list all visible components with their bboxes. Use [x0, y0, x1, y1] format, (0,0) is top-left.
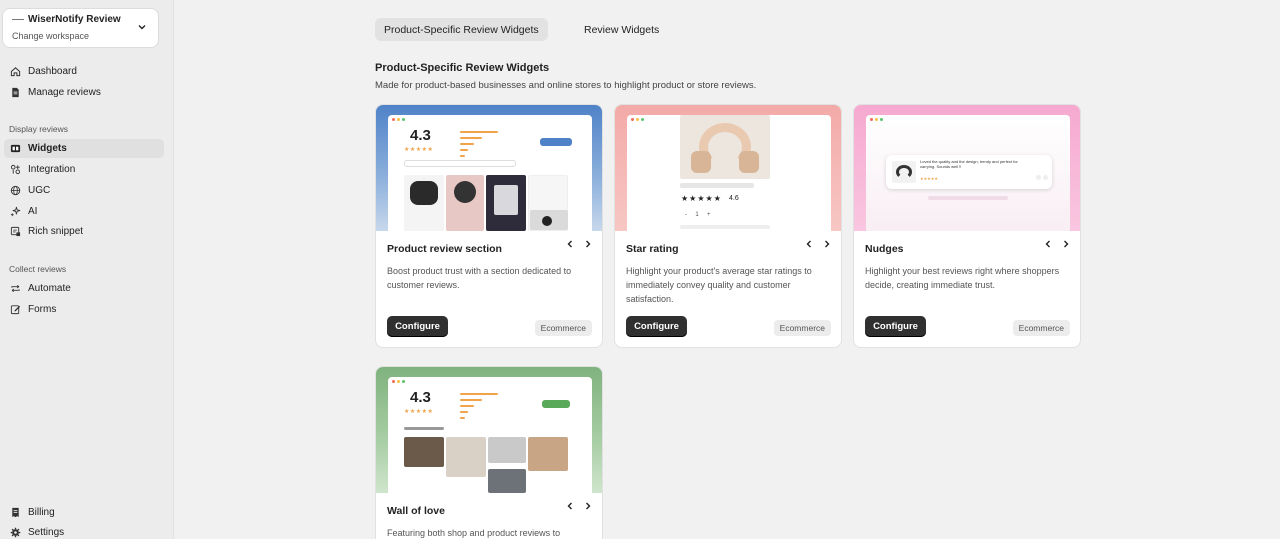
preview-arrows: [1043, 236, 1071, 248]
widget-card-star-rating[interactable]: ★★★★★ 4.6 - 1 + Star rating Highlight yo…: [614, 104, 842, 348]
card-title: Nudges: [865, 243, 904, 255]
nav-integration[interactable]: Integration: [4, 160, 164, 179]
snippet-icon: [10, 226, 21, 237]
category-tag: Ecommerce: [1012, 320, 1070, 336]
nav-dashboard[interactable]: Dashboard: [4, 62, 164, 81]
widget-preview-image: Loved the quality and the design, trendy…: [854, 105, 1080, 231]
nav-widgets-label: Widgets: [28, 143, 67, 154]
nav-ugc-label: UGC: [28, 185, 51, 196]
preview-arrows: [565, 498, 593, 510]
nav-group-display: Display reviews: [9, 124, 69, 134]
card-description: Featuring both shop and product reviews …: [387, 528, 561, 538]
card-description: Highlight your best reviews right where …: [865, 266, 1060, 290]
integration-icon: [10, 164, 21, 175]
widget-card-nudges[interactable]: Loved the quality and the design, trendy…: [853, 104, 1081, 348]
document-icon: [12, 87, 19, 98]
card-description: Highlight your product's average star ra…: [626, 266, 812, 304]
chevron-right-icon[interactable]: [822, 236, 832, 248]
nav-automate[interactable]: Automate: [4, 279, 164, 298]
nav-dashboard-label: Dashboard: [28, 66, 77, 77]
category-tag: Ecommerce: [773, 320, 831, 336]
nav-settings[interactable]: Settings: [4, 523, 164, 539]
sparkle-icon: [10, 206, 21, 217]
section-description: Made for product-based businesses and on…: [375, 80, 757, 91]
rating-value: 4.6: [729, 195, 739, 202]
tab-product-specific[interactable]: Product-Specific Review Widgets: [375, 18, 548, 41]
sidebar: WiserNotify Review Change workspace Dash…: [0, 0, 174, 539]
nav-billing[interactable]: Billing: [4, 503, 164, 522]
nav-integration-label: Integration: [28, 164, 76, 175]
card-title: Star rating: [626, 243, 679, 255]
widget-preview-image: ★★★★★ 4.6 - 1 +: [615, 105, 841, 231]
card-title: Wall of love: [387, 505, 445, 517]
widgets-icon: [10, 144, 21, 153]
nav-rich-snippet[interactable]: Rich snippet: [4, 222, 164, 241]
chevron-left-icon[interactable]: [1043, 236, 1053, 248]
chevron-left-icon[interactable]: [565, 236, 575, 248]
widget-preview-image: 4.3 ★★★★★: [376, 105, 602, 231]
nav-manage-reviews[interactable]: Manage reviews: [4, 83, 164, 102]
rating-stars: ★★★★★: [404, 409, 434, 415]
nudge-quote: Loved the quality and the design, trendy…: [920, 159, 1018, 169]
chevron-down-icon: [138, 25, 146, 30]
widget-card-wall-of-love[interactable]: 4.3 ★★★★★ Wall of love Featuring both sh…: [375, 366, 603, 539]
home-icon: [10, 67, 21, 77]
rating-value: 4.3: [410, 389, 431, 406]
card-description: Boost product trust with a section dedic…: [387, 266, 572, 290]
receipt-icon: [12, 507, 19, 518]
tab-review-widgets[interactable]: Review Widgets: [575, 18, 668, 41]
nav-manage-reviews-label: Manage reviews: [28, 87, 101, 98]
nav-billing-label: Billing: [28, 507, 55, 518]
nav-group-collect: Collect reviews: [9, 264, 67, 274]
category-tag: Ecommerce: [534, 320, 592, 336]
chevron-left-icon[interactable]: [565, 498, 575, 510]
configure-button[interactable]: Configure: [865, 316, 926, 337]
repeat-icon: [11, 284, 20, 293]
chevron-left-icon[interactable]: [804, 236, 814, 248]
nav-ai[interactable]: AI: [4, 202, 164, 221]
rating-stars: ★★★★★: [404, 147, 434, 153]
widget-card-product-review[interactable]: 4.3 ★★★★★ Product review section Boost p…: [375, 104, 603, 348]
workspace-name: WiserNotify Review: [12, 14, 149, 25]
nav-settings-label: Settings: [28, 527, 65, 538]
workspace-switcher[interactable]: WiserNotify Review Change workspace: [2, 8, 159, 48]
preview-arrows: [804, 236, 832, 248]
globe-icon: [10, 185, 21, 196]
nav-widgets[interactable]: Widgets: [4, 139, 164, 158]
edit-icon: [10, 305, 21, 315]
section-title: Product-Specific Review Widgets: [375, 62, 550, 74]
rating-value: 4.3: [410, 127, 431, 144]
configure-button[interactable]: Configure: [626, 316, 687, 337]
widget-preview-image: 4.3 ★★★★★: [376, 367, 602, 493]
rating-stars: ★★★★★: [681, 194, 722, 203]
nav-forms[interactable]: Forms: [4, 300, 164, 319]
nav-automate-label: Automate: [28, 283, 71, 294]
configure-button[interactable]: Configure: [387, 316, 448, 337]
chevron-right-icon[interactable]: [583, 236, 593, 248]
preview-arrows: [565, 236, 593, 248]
nav-rich-snippet-label: Rich snippet: [28, 226, 84, 237]
nav-ai-label: AI: [28, 206, 38, 217]
gear-icon: [10, 527, 21, 538]
change-workspace-label: Change workspace: [12, 31, 90, 41]
nav-forms-label: Forms: [28, 304, 57, 315]
chevron-right-icon[interactable]: [1061, 236, 1071, 248]
card-title: Product review section: [387, 243, 502, 255]
chevron-right-icon[interactable]: [583, 498, 593, 510]
nav-ugc[interactable]: UGC: [4, 181, 164, 200]
